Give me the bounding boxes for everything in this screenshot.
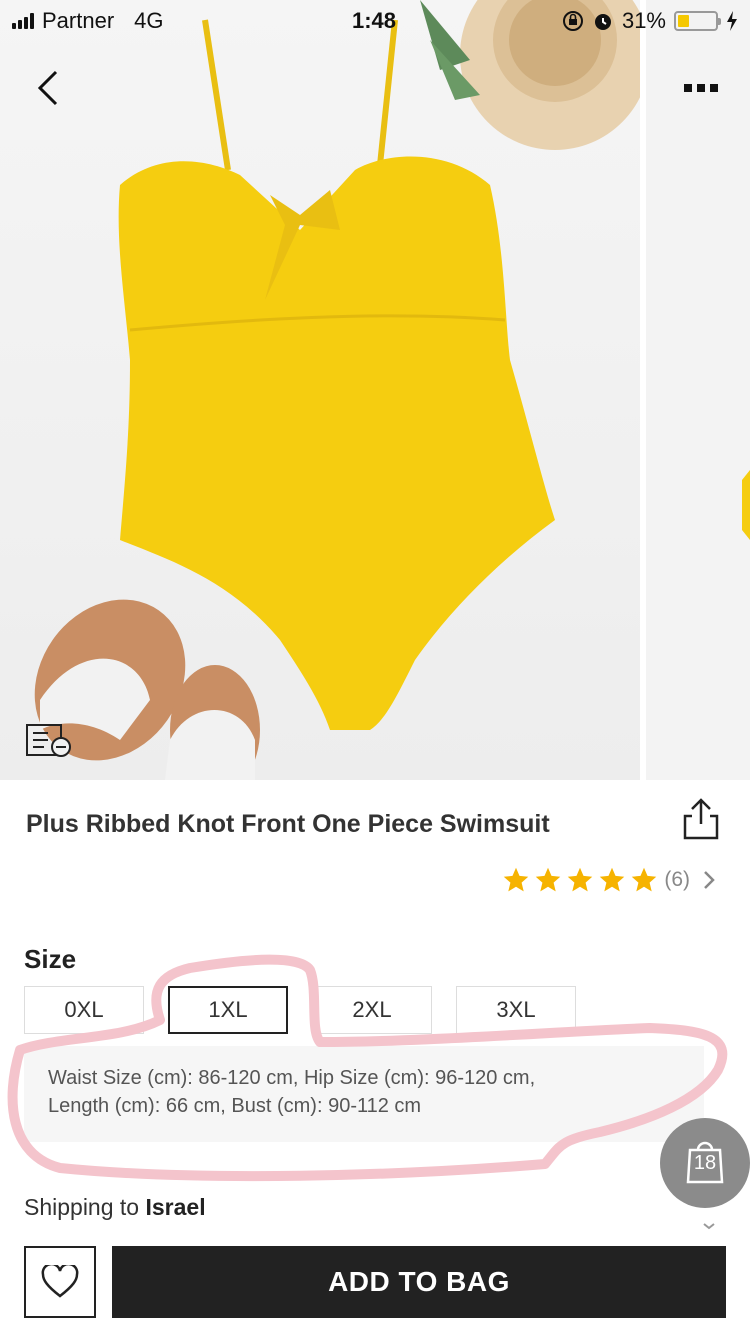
gallery-list-icon <box>26 724 71 757</box>
rating-summary[interactable]: (6) <box>502 866 718 894</box>
rating-count: (6) <box>664 868 690 891</box>
orientation-lock-icon <box>562 11 583 31</box>
share-button[interactable] <box>680 796 722 842</box>
shopping-bag-icon: 18 <box>682 1140 728 1186</box>
product-title: Plus Ribbed Knot Front One Piece Swimsui… <box>26 810 550 838</box>
add-to-bag-button[interactable]: ADD TO BAG <box>112 1246 726 1318</box>
size-description-line-2: Length (cm): 66 cm, Bust (cm): 90-112 cm <box>48 1095 422 1117</box>
star-icon <box>536 867 561 892</box>
shopping-bag-button[interactable]: 18 <box>660 1118 750 1208</box>
bag-count: 18 <box>693 1152 717 1174</box>
star-icon <box>568 867 593 892</box>
wishlist-button[interactable] <box>24 1246 96 1318</box>
status-time: 1:48 <box>352 8 397 33</box>
star-icon <box>600 867 625 892</box>
charging-icon <box>727 11 737 31</box>
carrier-name: Partner <box>42 8 115 33</box>
shipping-row[interactable]: Shipping to Israel <box>24 1194 206 1221</box>
alarm-icon <box>594 14 611 30</box>
size-description-line-1: Waist Size (cm): 86-120 cm, Hip Size (cm… <box>48 1067 536 1089</box>
signal-icon <box>12 13 34 29</box>
size-heading: Size <box>24 944 77 974</box>
shipping-country: Israel <box>145 1194 206 1220</box>
size-description: Waist Size (cm): 86-120 cm, Hip Size (cm… <box>24 1046 704 1142</box>
size-option-1xl[interactable]: 1XL <box>168 986 288 1034</box>
more-dots-icon <box>684 84 692 92</box>
product-image[interactable] <box>0 0 640 780</box>
size-option-3xl[interactable]: 3XL <box>456 986 576 1034</box>
chevron-left-icon <box>37 70 58 106</box>
star-icon <box>632 867 657 892</box>
heart-icon <box>41 1265 79 1298</box>
product-image-gallery[interactable]: Partner 4G 1:48 31% <box>0 0 750 780</box>
size-option-2xl[interactable]: 2XL <box>312 986 432 1034</box>
star-icon <box>504 867 529 892</box>
next-product-image[interactable] <box>646 0 750 780</box>
share-icon <box>683 798 719 840</box>
shipping-label: Shipping to <box>24 1194 140 1220</box>
battery-icon <box>674 11 721 31</box>
bottom-action-bar: ADD TO BAG <box>0 1234 750 1334</box>
status-left: Partner 4G <box>12 8 164 34</box>
chevron-down-icon[interactable] <box>702 1222 716 1230</box>
more-options-button[interactable] <box>676 70 726 106</box>
back-button[interactable] <box>28 66 72 110</box>
swimsuit-photo <box>34 0 640 780</box>
gallery-list-button[interactable] <box>26 724 72 758</box>
network-type: 4G <box>134 8 164 33</box>
size-options: 0XL 1XL 2XL 3XL <box>24 986 576 1034</box>
size-option-0xl[interactable]: 0XL <box>24 986 144 1034</box>
next-image-preview <box>742 470 750 540</box>
chevron-right-icon <box>704 871 715 889</box>
status-right: 31% <box>562 8 738 34</box>
battery-percent: 31% <box>621 8 666 33</box>
status-bar: Partner 4G 1:48 31% <box>0 0 750 40</box>
